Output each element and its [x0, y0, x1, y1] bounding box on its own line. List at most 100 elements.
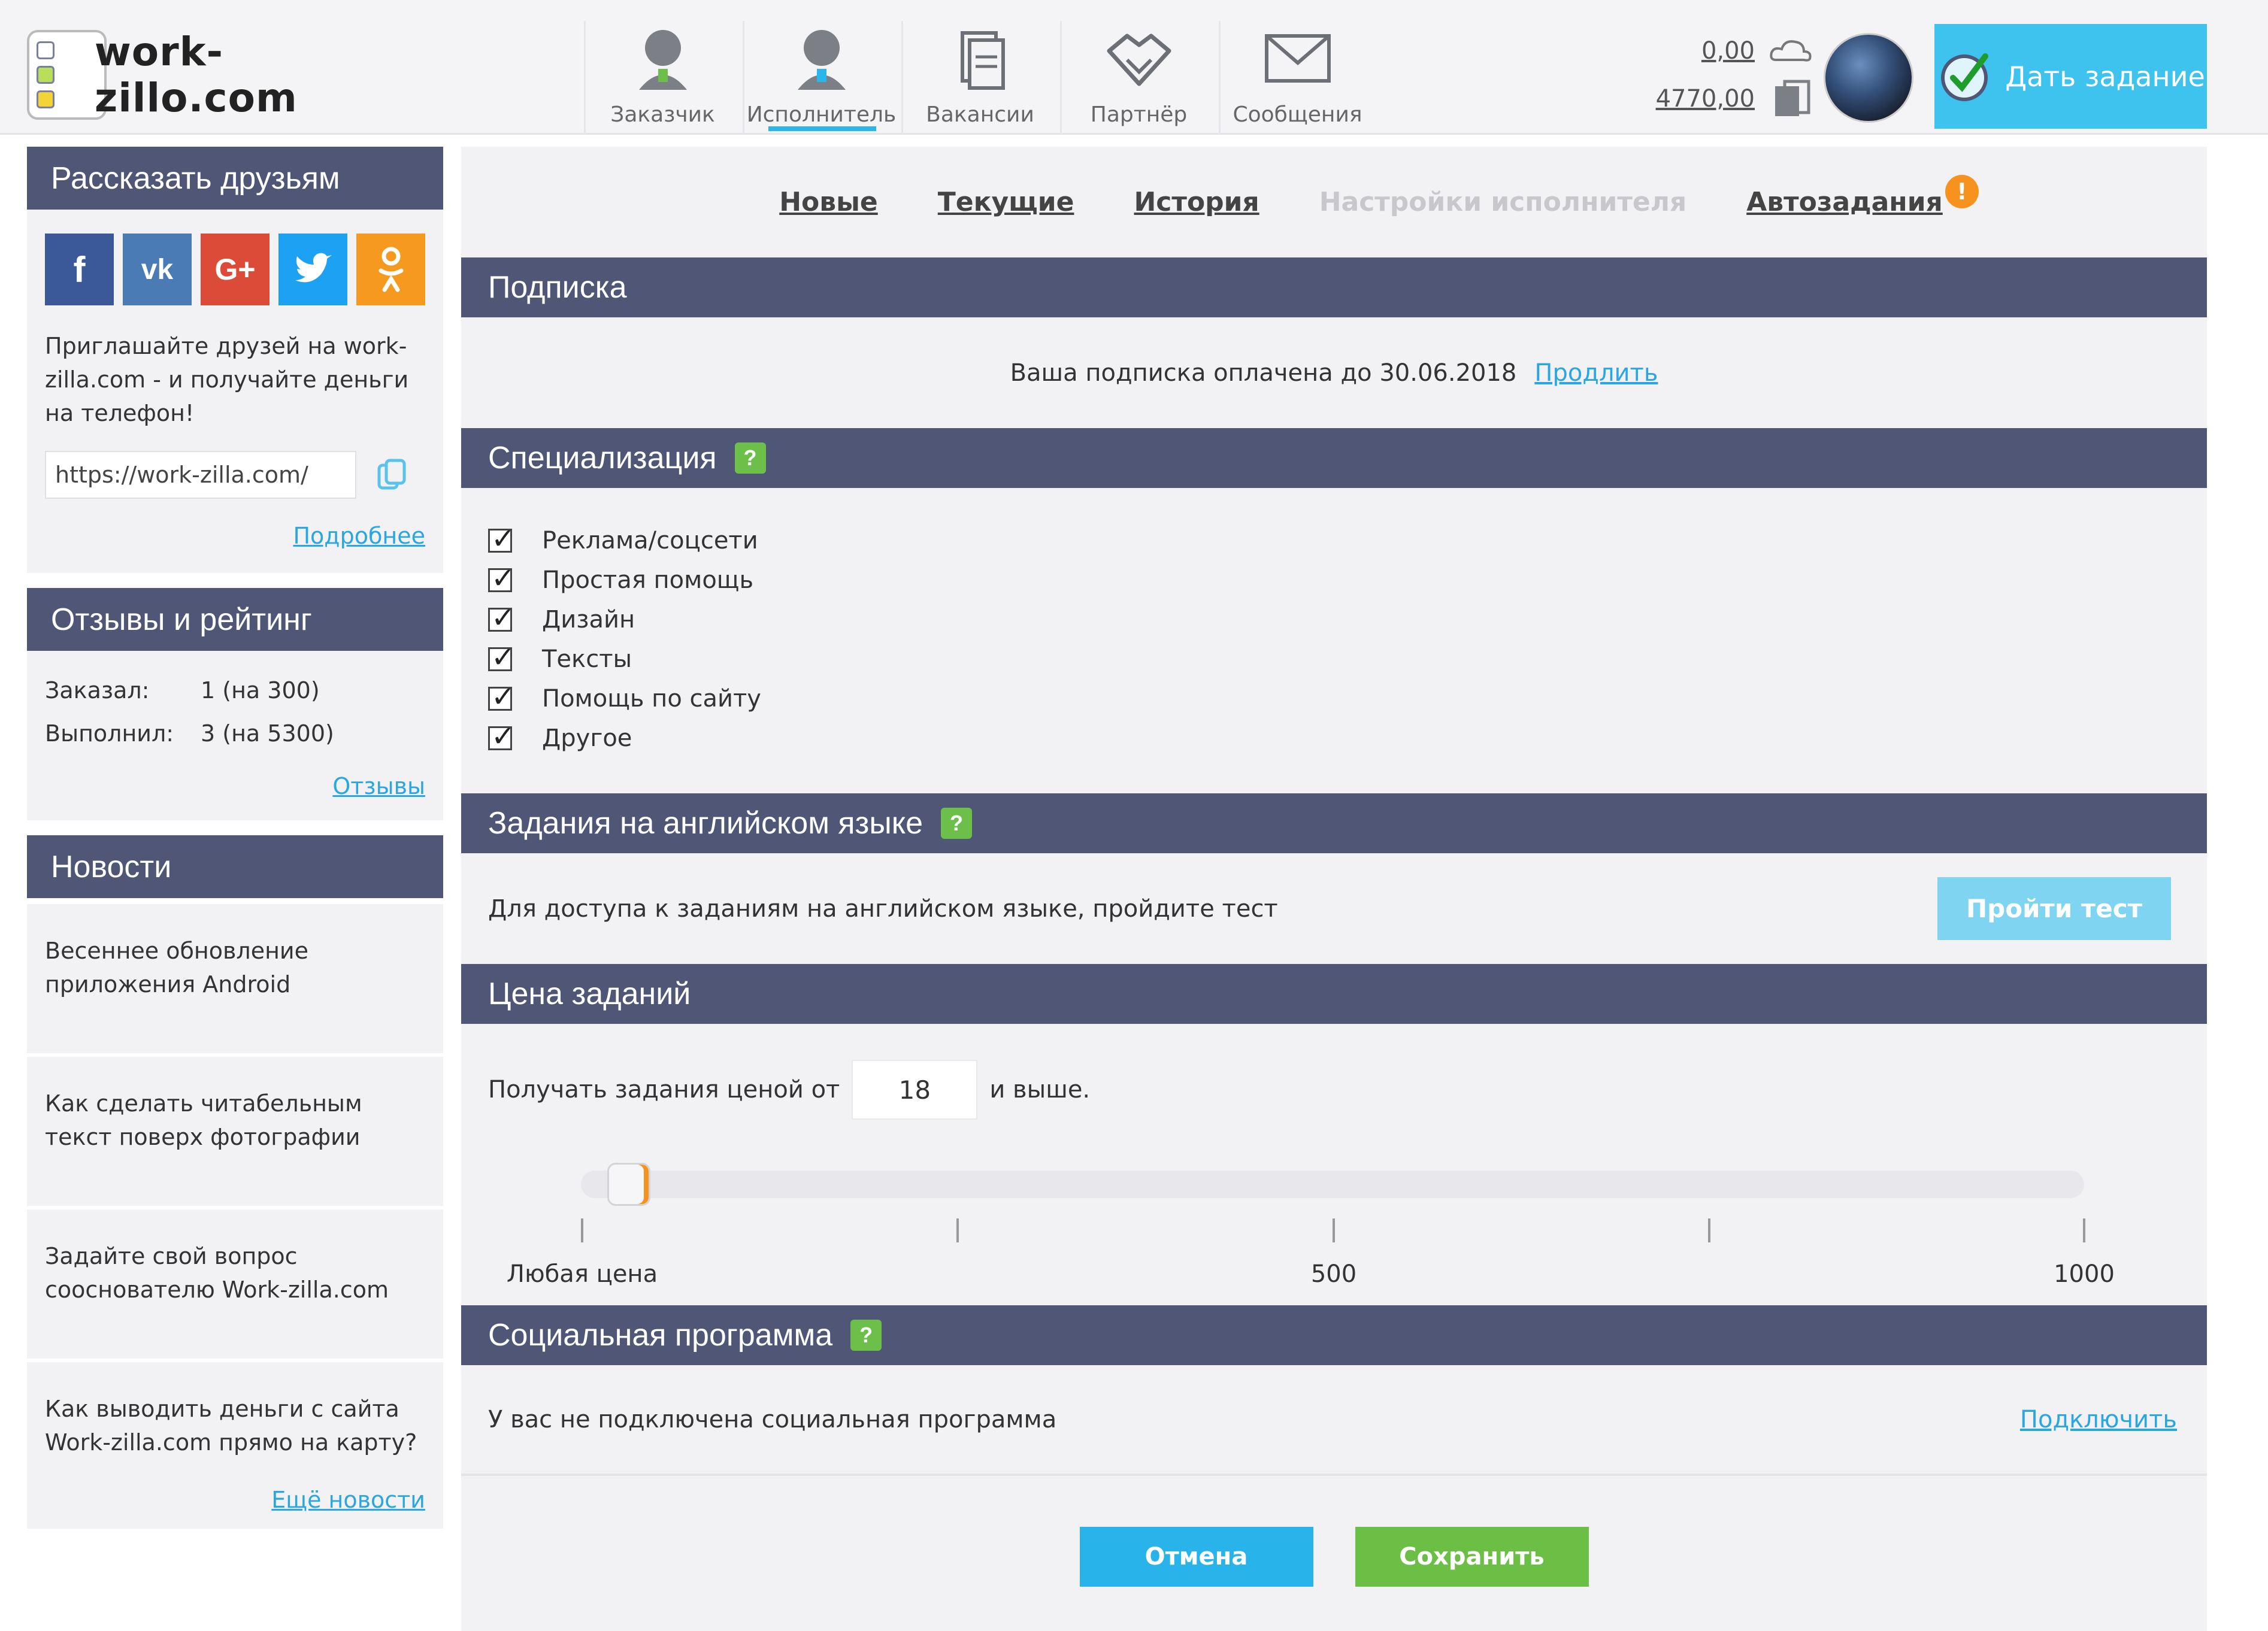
- checkbox[interactable]: [488, 522, 515, 556]
- specialization-header: Специализация ?: [461, 428, 2207, 488]
- slider-tick: [956, 1218, 959, 1242]
- tab-performer-settings: Настройки исполнителя: [1319, 187, 1687, 217]
- share-box: f vk G+ Приглашайте друзей на work-zilla…: [27, 210, 443, 573]
- tick-label-mid: 500: [1310, 1260, 1357, 1288]
- nav-vacancies[interactable]: Вакансии: [901, 21, 1057, 135]
- slider-tick: [581, 1218, 583, 1242]
- tab-current[interactable]: Текущие: [938, 187, 1074, 217]
- slider-tick: [1333, 1218, 1335, 1242]
- checkbox[interactable]: [488, 601, 515, 635]
- twitter-icon[interactable]: [278, 234, 347, 305]
- price-header: Цена заданий: [461, 964, 2207, 1024]
- facebook-icon[interactable]: f: [45, 234, 114, 305]
- checkbox[interactable]: [488, 562, 515, 595]
- specialization-body: Реклама/соцсети Простая помощь Дизайн Те…: [461, 488, 2207, 793]
- checkbox[interactable]: [488, 641, 515, 674]
- subscription-text: Ваша подписка оплачена до 30.06.2018: [1010, 359, 1517, 387]
- help-icon[interactable]: ?: [850, 1320, 882, 1351]
- balance-value: 4770,00: [1655, 85, 1755, 113]
- nav-label: Вакансии: [926, 102, 1034, 127]
- social-body: У вас не подключена социальная программа…: [461, 1365, 2207, 1476]
- tab-history[interactable]: История: [1134, 187, 1259, 217]
- nav-customer[interactable]: Заказчик: [584, 21, 740, 135]
- give-task-label: Дать задание: [2005, 60, 2205, 93]
- rating-title: Отзывы и рейтинг: [27, 588, 443, 651]
- main-panel: Новые Текущие История Настройки исполнит…: [461, 147, 2207, 1631]
- avatar[interactable]: [1824, 33, 1913, 123]
- checkbox-label: Простая помощь: [542, 566, 754, 594]
- tab-new[interactable]: Новые: [779, 187, 878, 217]
- section-title: Подписка: [488, 270, 627, 305]
- google-plus-icon[interactable]: G+: [201, 234, 270, 305]
- share-icons: f vk G+: [45, 234, 425, 305]
- share-more-link[interactable]: Подробнее: [293, 523, 425, 549]
- english-header: Задания на английском языке ?: [461, 793, 2207, 853]
- checkbox[interactable]: [488, 680, 515, 714]
- specialization-item[interactable]: Другое: [488, 719, 2180, 758]
- nav-partner[interactable]: Партнёр: [1060, 21, 1216, 135]
- rating-label: Выполнил:: [45, 720, 174, 747]
- help-icon[interactable]: ?: [941, 808, 973, 839]
- share-title: Рассказать друзьям: [27, 147, 443, 210]
- section-title: Социальная программа: [488, 1318, 833, 1353]
- customer-icon: [638, 30, 687, 90]
- news-item-text[interactable]: Как выводить деньги с сайта Work-zilla.c…: [45, 1392, 425, 1459]
- rating-box: Заказал: 1 (на 300) Выполнил: 3 (на 5300…: [27, 651, 443, 820]
- cancel-button[interactable]: Отмена: [1079, 1527, 1313, 1587]
- min-price-input[interactable]: [852, 1060, 978, 1120]
- tick-label-any: Любая цена: [506, 1260, 658, 1288]
- section-title: Задания на английском языке: [488, 806, 923, 841]
- top-bar: work-zillo.com Заказчик Исполнитель Вака…: [0, 0, 2268, 135]
- tab-autotasks[interactable]: Автозадания !: [1746, 175, 1979, 217]
- form-actions: Отмена Сохранить: [461, 1527, 2207, 1587]
- odnoklassniki-icon[interactable]: [356, 234, 425, 305]
- copy-icon[interactable]: [374, 457, 410, 493]
- logo[interactable]: work-zillo.com: [27, 27, 404, 123]
- specialization-item[interactable]: Дизайн: [488, 600, 2180, 639]
- subscription-header: Подписка: [461, 257, 2207, 317]
- logo-text: work-zillo.com: [94, 29, 298, 121]
- give-task-button[interactable]: Дать задание: [1934, 24, 2207, 129]
- vk-icon[interactable]: vk: [123, 234, 192, 305]
- specialization-item[interactable]: Помощь по сайту: [488, 679, 2180, 719]
- checkmark-icon: [1941, 53, 1989, 101]
- specialization-item[interactable]: Реклама/соцсети: [488, 521, 2180, 560]
- price-slider-handle[interactable]: [607, 1163, 650, 1206]
- share-text: Приглашайте друзей на work-zilla.com - и…: [45, 333, 409, 426]
- rating-row: Заказал: 1 (на 300): [45, 669, 425, 712]
- referral-url-input[interactable]: [45, 451, 356, 499]
- partner-icon: [1107, 34, 1171, 86]
- performer-icon: [797, 30, 846, 90]
- nav-performer[interactable]: Исполнитель: [743, 21, 898, 135]
- tabs: Новые Текущие История Настройки исполнит…: [461, 147, 2207, 257]
- checkbox[interactable]: [488, 720, 515, 753]
- take-test-button[interactable]: Пройти тест: [1937, 877, 2171, 940]
- balances: 0,00 4770,00: [1641, 27, 1815, 129]
- news-item[interactable]: Задайте свой вопрос сооснователю Work-zi…: [27, 1209, 443, 1362]
- connect-social-link[interactable]: Подключить: [2020, 1406, 2177, 1433]
- price-prefix: Получать задания ценой от: [488, 1076, 840, 1103]
- news-item[interactable]: Весеннее обновление приложения Android: [27, 904, 443, 1057]
- balance-row-2[interactable]: 4770,00: [1641, 75, 1815, 123]
- specialization-item[interactable]: Тексты: [488, 639, 2180, 679]
- subscription-body: Ваша подписка оплачена до 30.06.2018 Про…: [461, 317, 2207, 428]
- rating-value: 3 (на 5300): [201, 720, 334, 747]
- save-button[interactable]: Сохранить: [1355, 1527, 1589, 1587]
- balance-row-1[interactable]: 0,00: [1641, 27, 1815, 75]
- rating-value: 1 (на 300): [201, 677, 320, 704]
- price-suffix: и выше.: [989, 1076, 1091, 1103]
- help-icon[interactable]: ?: [734, 442, 766, 474]
- wallet-icon: [1775, 80, 1810, 116]
- reviews-link[interactable]: Отзывы: [332, 773, 425, 799]
- extend-subscription-link[interactable]: Продлить: [1534, 359, 1658, 387]
- slider-tick: [1708, 1218, 1710, 1242]
- price-slider-track[interactable]: [581, 1171, 2084, 1198]
- nav-label: Сообщения: [1233, 102, 1362, 127]
- sidebar: Рассказать друзьям f vk G+ Приглашайте д…: [27, 147, 443, 1529]
- section-title: Цена заданий: [488, 977, 691, 1011]
- nav-messages[interactable]: Сообщения: [1219, 21, 1374, 135]
- specialization-item[interactable]: Простая помощь: [488, 560, 2180, 600]
- more-news-link[interactable]: Ещё новости: [271, 1487, 425, 1513]
- news-item[interactable]: Как сделать читабельным текст поверх фот…: [27, 1057, 443, 1209]
- news-item: Как выводить деньги с сайта Work-zilla.c…: [27, 1362, 443, 1529]
